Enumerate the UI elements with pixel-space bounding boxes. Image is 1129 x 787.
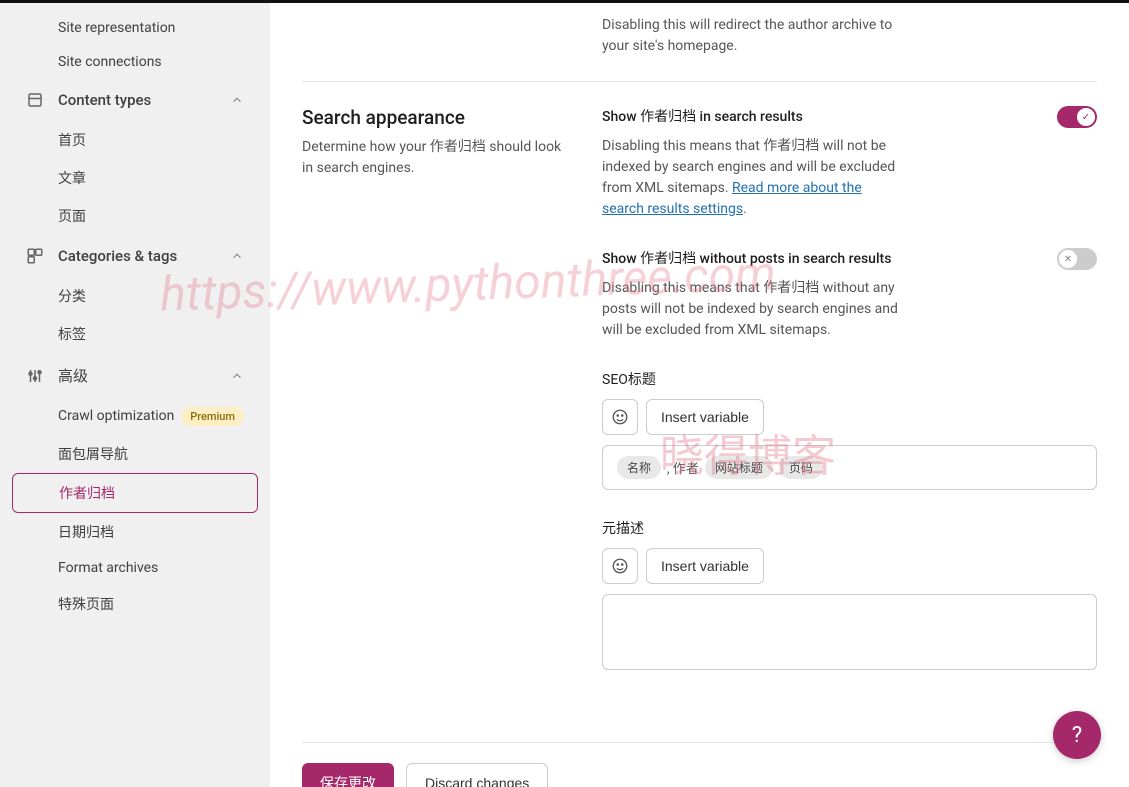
x-icon: ✕ — [1059, 250, 1077, 268]
sidebar-item-pages[interactable]: 页面 — [12, 197, 258, 235]
categories-icon — [26, 247, 44, 265]
premium-badge: Premium — [181, 407, 244, 426]
toggle-show-in-results[interactable]: ✓ — [1057, 106, 1097, 128]
chevron-up-icon — [230, 93, 244, 107]
discard-button[interactable]: Discard changes — [406, 763, 548, 787]
sidebar-item-posts[interactable]: 文章 — [12, 159, 258, 197]
sidebar-item-date-archives[interactable]: 日期归档 — [12, 513, 258, 551]
sidebar-item-tags[interactable]: 标签 — [12, 315, 258, 353]
smile-icon — [611, 408, 629, 426]
sidebar-item-home[interactable]: 首页 — [12, 121, 258, 159]
sliders-icon — [26, 367, 44, 385]
intro-note: Disabling this will redirect the author … — [602, 15, 902, 57]
sidebar-item-site-representation[interactable]: Site representation — [12, 11, 258, 45]
question-icon: ? — [1072, 723, 1082, 748]
emoji-button[interactable] — [602, 399, 638, 435]
chevron-up-icon — [230, 249, 244, 263]
setting-desc-show-without-posts: Disabling this means that 作者归档 without a… — [602, 278, 902, 341]
section-title-search-appearance: Search appearance — [302, 106, 562, 129]
sidebar: Site representation Site connections Con… — [0, 3, 270, 787]
section-desc: Determine how your 作者归档 should look in s… — [302, 137, 562, 179]
chip-name[interactable]: 名称 — [617, 456, 661, 479]
chip-site-title[interactable]: 网站标题 — [705, 456, 773, 479]
sidebar-item-breadcrumbs[interactable]: 面包屑导航 — [12, 435, 258, 473]
setting-title-show-in-results: Show 作者归档 in search results — [602, 106, 803, 126]
meta-desc-input[interactable] — [602, 594, 1097, 670]
emoji-button-meta[interactable] — [602, 548, 638, 584]
sidebar-group-categories-tags[interactable]: Categories & tags — [12, 235, 258, 277]
chevron-up-icon — [230, 369, 244, 383]
help-button[interactable]: ? — [1053, 711, 1101, 759]
footer-actions: 保存更改 Discard changes — [302, 742, 1097, 787]
save-button[interactable]: 保存更改 — [302, 763, 394, 787]
setting-title-show-without-posts: Show 作者归档 without posts in search result… — [602, 248, 891, 268]
sidebar-item-author-archives[interactable]: 作者归档 — [12, 473, 258, 513]
insert-variable-button-meta[interactable]: Insert variable — [646, 548, 764, 584]
label-meta-desc: 元描述 — [602, 518, 1097, 538]
check-icon: ✓ — [1077, 108, 1095, 126]
sidebar-item-special-pages[interactable]: 特殊页面 — [12, 585, 258, 623]
sidebar-item-format-archives[interactable]: Format archives — [12, 551, 258, 585]
sidebar-item-crawl-optimization[interactable]: Crawl optimization Premium — [12, 398, 258, 435]
smile-icon — [611, 557, 629, 575]
chip-page[interactable]: 页码 — [779, 456, 823, 479]
sidebar-group-content-types[interactable]: Content types — [12, 79, 258, 121]
sidebar-group-advanced[interactable]: 高级 — [12, 353, 258, 398]
setting-desc-show-in-results: Disabling this means that 作者归档 will not … — [602, 136, 902, 220]
main-content: Disabling this will redirect the author … — [270, 3, 1129, 787]
seo-title-input[interactable]: 名称 , 作者 网站标题 页码 — [602, 445, 1097, 490]
label-seo-title: SEO标题 — [602, 369, 1097, 389]
content-types-icon — [26, 91, 44, 109]
sidebar-item-categories[interactable]: 分类 — [12, 277, 258, 315]
sidebar-item-site-connections[interactable]: Site connections — [12, 45, 258, 79]
insert-variable-button-title[interactable]: Insert variable — [646, 399, 764, 435]
toggle-show-without-posts[interactable]: ✕ — [1057, 248, 1097, 270]
